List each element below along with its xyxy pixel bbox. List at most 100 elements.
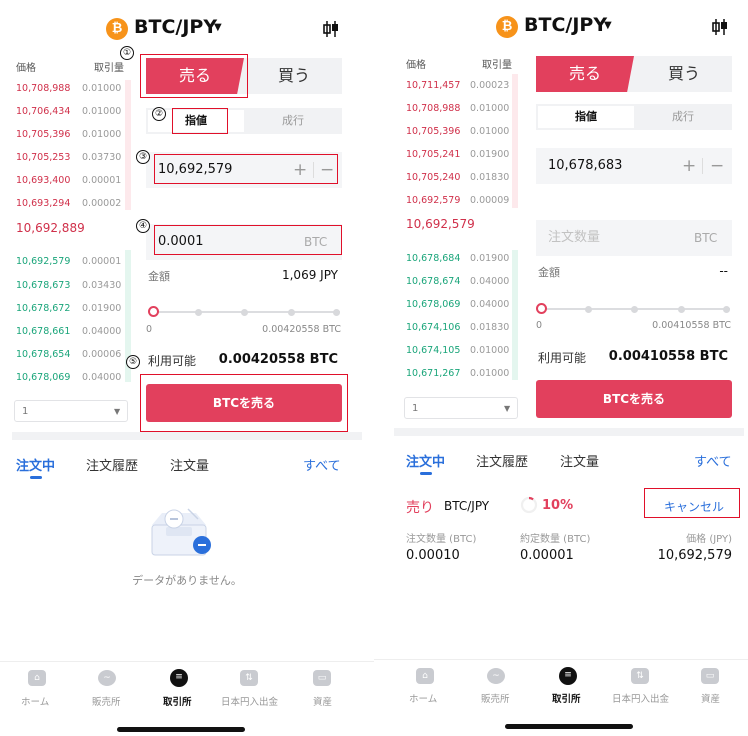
slider-step-50[interactable]	[631, 306, 638, 313]
sell-btc-button[interactable]: BTCを売る	[536, 380, 732, 418]
slider-step-25[interactable]	[585, 306, 592, 313]
sell-depth-bar	[125, 80, 131, 210]
orderbook-buy-row[interactable]: 10,678,654	[16, 349, 70, 360]
orderbook-buy-row[interactable]: 10,678,672	[16, 303, 70, 314]
plus-icon[interactable]: +	[682, 148, 696, 184]
order-qty-label: 注文数量 (BTC)	[406, 534, 477, 545]
slider-step-100[interactable]	[723, 306, 730, 313]
orderbook-buy-row[interactable]: 10,692,579	[16, 256, 70, 267]
slider-step-75[interactable]	[678, 306, 685, 313]
price-input-value[interactable]: 10,678,683	[548, 148, 622, 184]
orderbook-sell-row[interactable]: 10,705,241	[406, 149, 460, 160]
pair-selector[interactable]: BTC/JPY	[134, 16, 217, 38]
orderbook-sell-row[interactable]: 10,705,253	[16, 152, 70, 163]
depth-select[interactable]: 1 ▼	[14, 400, 128, 422]
amount-label: 金額	[538, 266, 560, 279]
orderbook-buy-row[interactable]: 10,678,661	[16, 326, 70, 337]
home-indicator[interactable]	[117, 727, 245, 732]
orderbook-sell-row[interactable]: 10,705,396	[406, 126, 460, 137]
view-all-link[interactable]: すべて	[303, 455, 341, 474]
orderbook-sell-row[interactable]: 10,708,988	[406, 103, 460, 114]
orderbook-buy-row[interactable]: 10,678,069	[406, 299, 460, 310]
exchange-icon[interactable]: ~	[98, 670, 116, 686]
orderbook-sell-row[interactable]: 10,693,400	[16, 175, 70, 186]
orderbook-buy-row[interactable]: 10,678,684	[406, 253, 460, 264]
orderbook-qty-header: 取引量	[482, 60, 512, 71]
orderbook-buy-row[interactable]: 10,678,674	[406, 276, 460, 287]
orderbook-sell-row[interactable]: 10,708,988	[16, 83, 70, 94]
depth-select[interactable]: 1 ▼	[404, 397, 518, 419]
wallet-icon[interactable]: ▭	[313, 670, 331, 686]
wallet-icon[interactable]: ▭	[701, 668, 719, 684]
nav-jpy-transfer-label[interactable]: 日本円入出金	[221, 694, 278, 708]
candlestick-chart-icon[interactable]	[711, 18, 729, 36]
buy-tab[interactable]: 買う	[246, 58, 342, 94]
empty-box-icon	[151, 508, 211, 556]
slider-step-100[interactable]	[333, 309, 340, 316]
candlestick-chart-icon[interactable]	[322, 20, 340, 38]
home-icon[interactable]: ⌂	[416, 668, 434, 684]
slider-min-label: 0	[146, 324, 153, 335]
nav-home-label[interactable]: ホーム	[21, 694, 49, 708]
orderbook-buy-row[interactable]: 10,671,267	[406, 368, 460, 379]
slider-step-25[interactable]	[195, 309, 202, 316]
orderbook-sell-row[interactable]: 10,711,457	[406, 80, 460, 91]
orderbook-buy-row[interactable]: 10,678,069	[16, 372, 70, 383]
yen-transfer-icon[interactable]: ⇅	[631, 668, 649, 684]
right-screen: ₿ BTC/JPY ▼ 価格 取引量 10,711,457 0.00023 10…	[374, 0, 748, 736]
nav-jpy-transfer-label[interactable]: 日本円入出金	[612, 691, 669, 705]
chevron-down-icon[interactable]: ▼	[604, 20, 612, 31]
tab-open-orders[interactable]: 注文中	[406, 451, 445, 470]
last-price[interactable]: 10,692,579	[406, 217, 475, 231]
orderbook-sell-qty: 0.01900	[470, 149, 510, 160]
bottom-nav-border	[374, 659, 748, 660]
buy-tab[interactable]: 買う	[636, 56, 732, 92]
limit-order-tab[interactable]: 指値	[538, 106, 634, 128]
slider-step-75[interactable]	[288, 309, 295, 316]
orderbook-buy-row[interactable]: 10,674,106	[406, 322, 460, 333]
slider-step-50[interactable]	[241, 309, 248, 316]
coin-stack-icon[interactable]: ≡	[559, 667, 577, 685]
amount-label: 金額	[148, 270, 170, 283]
view-all-link[interactable]: すべて	[694, 451, 732, 470]
exchange-icon[interactable]: ~	[487, 668, 505, 684]
coin-stack-icon[interactable]: ≡	[170, 669, 188, 687]
home-indicator[interactable]	[505, 724, 633, 729]
nav-dealer-label[interactable]: 販売所	[481, 691, 510, 705]
quantity-input-placeholder[interactable]: 注文数量	[548, 220, 600, 256]
orderbook-buy-row[interactable]: 10,678,673	[16, 280, 70, 291]
tab-order-volume[interactable]: 注文量	[170, 455, 209, 474]
tab-open-orders[interactable]: 注文中	[16, 455, 55, 474]
orderbook-sell-row[interactable]: 10,705,396	[16, 129, 70, 140]
last-price[interactable]: 10,692,889	[16, 221, 85, 235]
tab-order-volume[interactable]: 注文量	[560, 451, 599, 470]
nav-assets-label[interactable]: 資産	[313, 694, 332, 708]
orderbook-sell-row[interactable]: 10,706,434	[16, 106, 70, 117]
chevron-down-icon[interactable]: ▼	[214, 22, 222, 33]
orderbook-buy-row[interactable]: 10,674,105	[406, 345, 460, 356]
nav-home-label[interactable]: ホーム	[409, 691, 437, 705]
tab-order-history[interactable]: 注文履歴	[476, 451, 528, 470]
nav-exchange-label[interactable]: 取引所	[163, 694, 192, 708]
orderbook-sell-qty: 0.01000	[82, 83, 122, 94]
fill-progress: 10%	[542, 498, 574, 513]
tab-order-history[interactable]: 注文履歴	[86, 455, 138, 474]
orderbook-sell-row[interactable]: 10,692,579	[406, 195, 460, 206]
home-icon[interactable]: ⌂	[28, 670, 46, 686]
nav-exchange-label[interactable]: 取引所	[552, 691, 581, 705]
quantity-slider-handle[interactable]	[148, 306, 159, 317]
nav-assets-label[interactable]: 資産	[701, 691, 720, 705]
market-order-tab[interactable]: 成行	[634, 104, 732, 130]
available-balance: 0.00420558 BTC	[218, 352, 338, 367]
pair-selector[interactable]: BTC/JPY	[524, 14, 607, 36]
orderbook-sell-row[interactable]: 10,705,240	[406, 172, 460, 183]
sell-tab[interactable]: 売る	[536, 56, 634, 92]
orderbook-sell-qty: 0.03730	[82, 152, 122, 163]
yen-transfer-icon[interactable]: ⇅	[240, 670, 258, 686]
orderbook-buy-qty: 0.04000	[470, 299, 510, 310]
quantity-slider-handle[interactable]	[536, 303, 547, 314]
nav-dealer-label[interactable]: 販売所	[92, 694, 121, 708]
orderbook-sell-row[interactable]: 10,693,294	[16, 198, 70, 209]
market-order-tab[interactable]: 成行	[244, 108, 342, 134]
minus-icon[interactable]: −	[710, 148, 724, 184]
